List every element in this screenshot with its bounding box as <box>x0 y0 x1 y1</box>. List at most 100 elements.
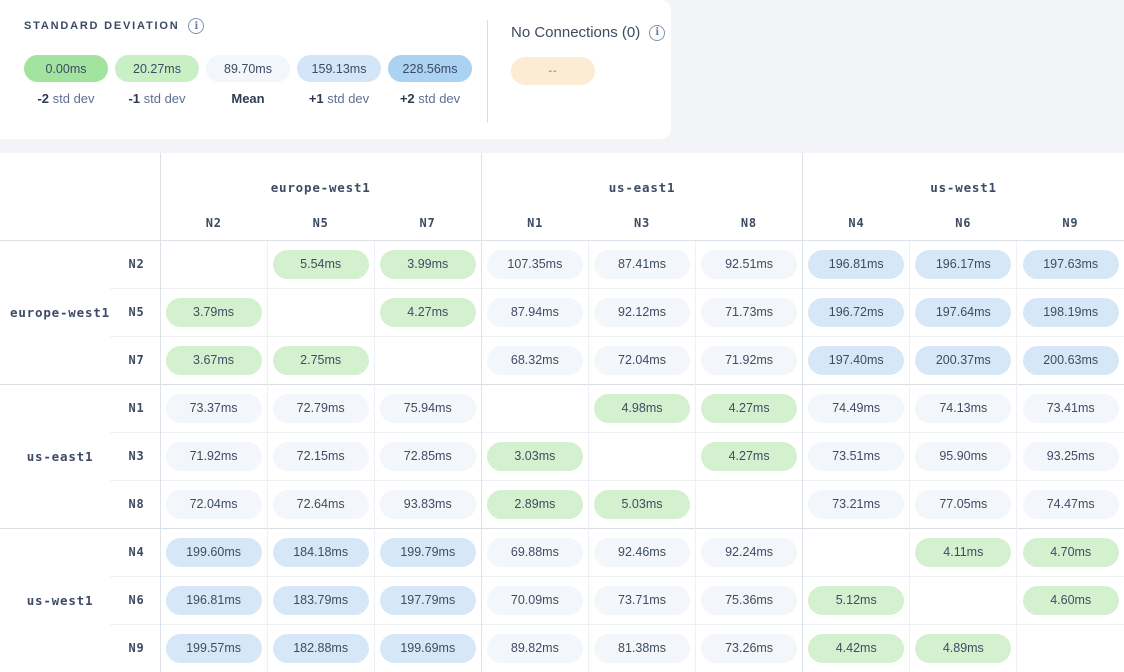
latency-pill[interactable]: 73.71ms <box>594 586 690 615</box>
latency-cell: 92.46ms <box>588 528 695 576</box>
latency-pill[interactable]: 4.89ms <box>915 634 1011 663</box>
latency-pill[interactable]: 196.81ms <box>808 250 904 279</box>
legend-pill: 159.13ms <box>297 55 381 82</box>
latency-cell: 4.11ms <box>910 528 1017 576</box>
latency-cell: 72.85ms <box>374 432 481 480</box>
latency-cell: 69.88ms <box>481 528 588 576</box>
latency-cell: 4.27ms <box>374 288 481 336</box>
latency-cell: 2.89ms <box>481 480 588 528</box>
latency-pill[interactable]: 5.54ms <box>273 250 369 279</box>
latency-cell: 198.19ms <box>1017 288 1124 336</box>
latency-pill[interactable]: 5.03ms <box>594 490 690 519</box>
latency-pill[interactable]: 74.13ms <box>915 394 1011 423</box>
latency-pill[interactable]: 3.79ms <box>166 298 262 327</box>
latency-pill[interactable]: 72.04ms <box>166 490 262 519</box>
latency-pill[interactable]: 87.41ms <box>594 250 690 279</box>
latency-pill[interactable]: 81.38ms <box>594 634 690 663</box>
latency-pill[interactable]: 75.94ms <box>380 394 476 423</box>
latency-cell: 92.24ms <box>696 528 803 576</box>
latency-pill[interactable]: 183.79ms <box>273 586 369 615</box>
latency-pill[interactable]: 197.79ms <box>380 586 476 615</box>
latency-pill[interactable]: 4.42ms <box>808 634 904 663</box>
legend-pill: 89.70ms <box>206 55 290 82</box>
latency-pill[interactable]: 198.19ms <box>1023 298 1119 327</box>
latency-pill[interactable]: 199.57ms <box>166 634 262 663</box>
latency-pill[interactable]: 184.18ms <box>273 538 369 567</box>
latency-pill[interactable]: 77.05ms <box>915 490 1011 519</box>
table-row: N9199.57ms182.88ms199.69ms89.82ms81.38ms… <box>0 624 1124 672</box>
latency-pill[interactable]: 72.85ms <box>380 442 476 471</box>
latency-pill[interactable]: 92.12ms <box>594 298 690 327</box>
latency-pill[interactable]: 70.09ms <box>487 586 583 615</box>
latency-cell: 4.70ms <box>1017 528 1124 576</box>
latency-pill[interactable]: 92.51ms <box>701 250 797 279</box>
latency-pill[interactable]: 71.92ms <box>166 442 262 471</box>
latency-pill[interactable]: 4.60ms <box>1023 586 1119 615</box>
latency-pill[interactable]: 196.81ms <box>166 586 262 615</box>
latency-pill[interactable]: 199.79ms <box>380 538 476 567</box>
latency-pill[interactable]: 74.47ms <box>1023 490 1119 519</box>
latency-pill[interactable]: 93.25ms <box>1023 442 1119 471</box>
latency-pill[interactable]: 3.99ms <box>380 250 476 279</box>
latency-pill[interactable]: 92.24ms <box>701 538 797 567</box>
latency-pill[interactable]: 196.72ms <box>808 298 904 327</box>
node-column-header: N1 <box>481 207 588 240</box>
latency-pill[interactable]: 72.79ms <box>273 394 369 423</box>
std-dev-scale-labels: -2 std dev-1 std devMean+1 std dev+2 std… <box>24 91 472 106</box>
latency-cell: 197.63ms <box>1017 240 1124 288</box>
latency-pill[interactable]: 200.63ms <box>1023 346 1119 375</box>
latency-pill[interactable]: 72.64ms <box>273 490 369 519</box>
std-dev-legend: STANDARD DEVIATION i 0.00ms20.27ms89.70m… <box>24 18 472 106</box>
latency-pill[interactable]: 69.88ms <box>487 538 583 567</box>
latency-pill[interactable]: 72.15ms <box>273 442 369 471</box>
latency-cell: 93.25ms <box>1017 432 1124 480</box>
latency-pill[interactable]: 2.89ms <box>487 490 583 519</box>
latency-pill[interactable]: 4.11ms <box>915 538 1011 567</box>
latency-pill[interactable]: 73.26ms <box>701 634 797 663</box>
latency-cell <box>374 336 481 384</box>
latency-pill[interactable]: 3.03ms <box>487 442 583 471</box>
latency-pill[interactable]: 73.21ms <box>808 490 904 519</box>
latency-pill[interactable]: 5.12ms <box>808 586 904 615</box>
node-column-header: N8 <box>696 207 803 240</box>
latency-cell: 107.35ms <box>481 240 588 288</box>
latency-pill[interactable]: 75.36ms <box>701 586 797 615</box>
latency-pill[interactable]: 89.82ms <box>487 634 583 663</box>
latency-cell: 73.41ms <box>1017 384 1124 432</box>
latency-pill[interactable]: 3.67ms <box>166 346 262 375</box>
latency-pill[interactable]: 71.92ms <box>701 346 797 375</box>
latency-pill[interactable]: 71.73ms <box>701 298 797 327</box>
latency-cell: 196.81ms <box>160 576 267 624</box>
latency-pill[interactable]: 73.37ms <box>166 394 262 423</box>
node-column-header: N7 <box>374 207 481 240</box>
latency-pill[interactable]: 73.51ms <box>808 442 904 471</box>
latency-pill[interactable]: 4.27ms <box>701 442 797 471</box>
latency-pill[interactable]: 2.75ms <box>273 346 369 375</box>
latency-pill[interactable]: 4.27ms <box>380 298 476 327</box>
latency-pill[interactable]: 4.98ms <box>594 394 690 423</box>
latency-pill[interactable]: 4.70ms <box>1023 538 1119 567</box>
latency-pill[interactable]: 92.46ms <box>594 538 690 567</box>
latency-pill[interactable]: 87.94ms <box>487 298 583 327</box>
node-column-header: N4 <box>803 207 910 240</box>
latency-pill[interactable]: 196.17ms <box>915 250 1011 279</box>
latency-pill[interactable]: 72.04ms <box>594 346 690 375</box>
latency-pill[interactable]: 200.37ms <box>915 346 1011 375</box>
latency-pill[interactable]: 199.60ms <box>166 538 262 567</box>
info-icon[interactable]: i <box>649 25 665 41</box>
latency-pill[interactable]: 93.83ms <box>380 490 476 519</box>
latency-pill[interactable]: 199.69ms <box>380 634 476 663</box>
region-column-header: us-west1 <box>803 153 1124 207</box>
latency-pill[interactable]: 197.63ms <box>1023 250 1119 279</box>
latency-pill[interactable]: 68.32ms <box>487 346 583 375</box>
latency-pill[interactable]: 197.40ms <box>808 346 904 375</box>
info-icon[interactable]: i <box>188 18 204 34</box>
latency-pill[interactable]: 182.88ms <box>273 634 369 663</box>
latency-cell: 73.37ms <box>160 384 267 432</box>
latency-pill[interactable]: 95.90ms <box>915 442 1011 471</box>
latency-pill[interactable]: 197.64ms <box>915 298 1011 327</box>
latency-pill[interactable]: 74.49ms <box>808 394 904 423</box>
latency-pill[interactable]: 107.35ms <box>487 250 583 279</box>
latency-pill[interactable]: 73.41ms <box>1023 394 1119 423</box>
latency-pill[interactable]: 4.27ms <box>701 394 797 423</box>
